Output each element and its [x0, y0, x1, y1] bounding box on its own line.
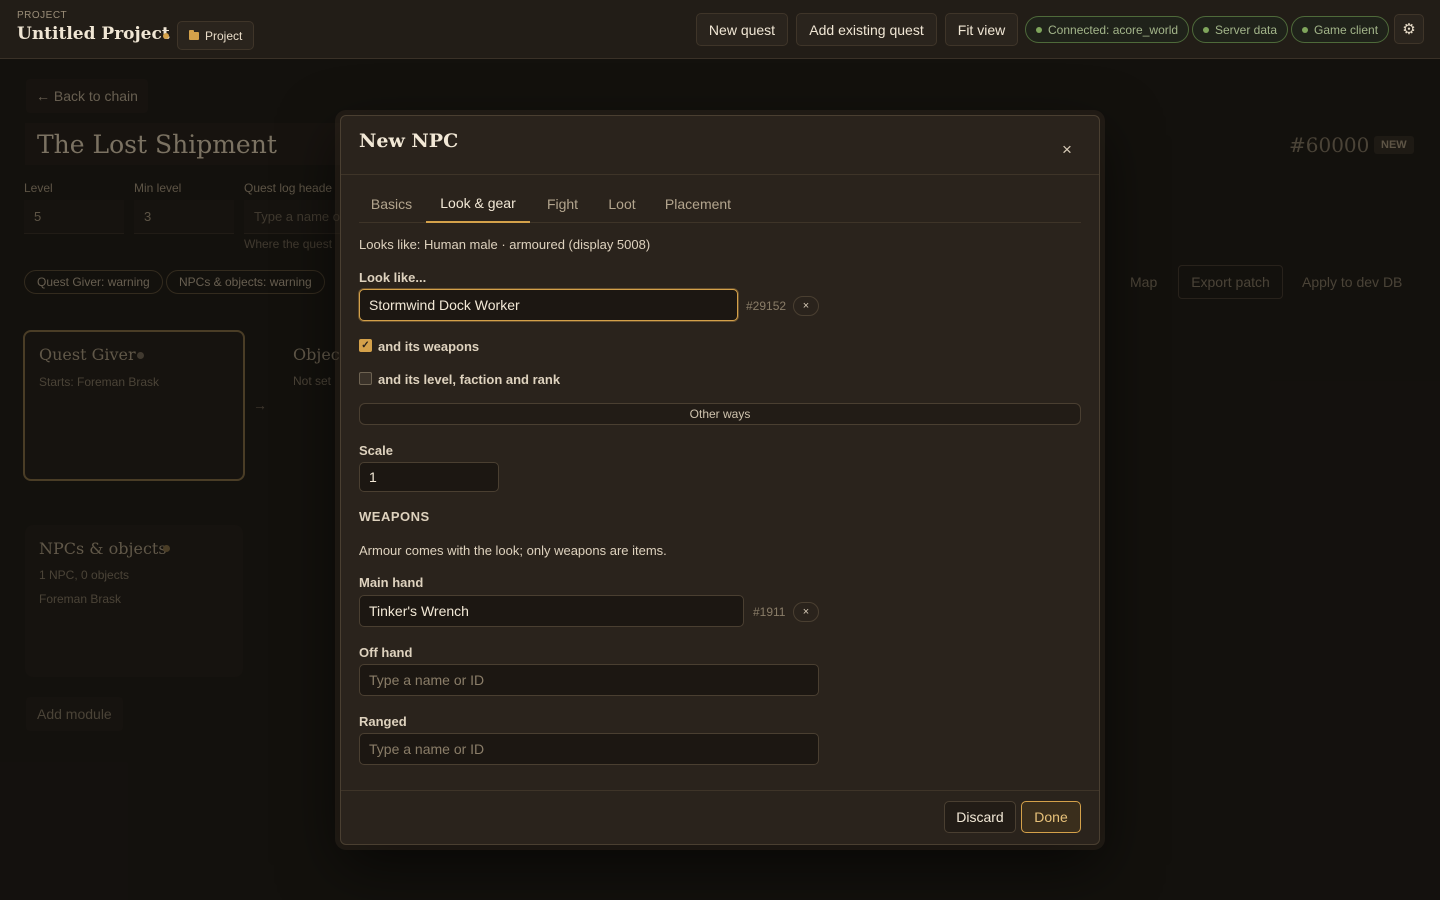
- game-client-label: Game client: [1314, 22, 1379, 37]
- tab-loot[interactable]: Loot: [594, 185, 650, 223]
- dialog-tabs: Basics Look & gear Fight Loot Placement: [359, 185, 1081, 223]
- close-button[interactable]: ×: [1055, 138, 1079, 162]
- level-faction-rank-checkbox[interactable]: [359, 372, 372, 385]
- status-dot-icon: [1302, 26, 1308, 33]
- scale-label: Scale: [359, 443, 393, 458]
- new-npc-dialog: New NPC × Basics Look & gear Fight Loot …: [340, 115, 1100, 845]
- main-hand-id: #1911: [753, 605, 786, 619]
- discard-button[interactable]: Discard: [944, 801, 1016, 833]
- tab-look-gear[interactable]: Look & gear: [426, 185, 530, 223]
- weapons-note: Armour comes with the look; only weapons…: [359, 543, 667, 558]
- off-hand-label: Off hand: [359, 645, 413, 660]
- top-bar: PROJECT Untitled Project Project New que…: [0, 0, 1440, 59]
- off-hand-input[interactable]: Type a name or ID: [359, 664, 819, 696]
- server-data-status-pill[interactable]: Server data: [1192, 16, 1289, 43]
- close-icon: ×: [802, 300, 810, 312]
- settings-button[interactable]: ⚙: [1394, 14, 1424, 44]
- divider: [341, 174, 1099, 175]
- server-data-label: Server data: [1215, 22, 1278, 37]
- other-ways-button[interactable]: Other ways: [359, 403, 1081, 425]
- look-like-input[interactable]: Stormwind Dock Worker: [359, 289, 738, 321]
- weapons-checkbox-label[interactable]: and its weapons: [378, 339, 479, 354]
- clear-main-hand-button[interactable]: ×: [793, 602, 819, 622]
- unsaved-dot-icon: [163, 33, 169, 39]
- tab-basics[interactable]: Basics: [359, 185, 424, 223]
- main-hand-label: Main hand: [359, 575, 424, 590]
- folder-icon: [189, 29, 199, 40]
- tab-fight[interactable]: Fight: [534, 185, 591, 223]
- project-menu-button[interactable]: Project: [177, 21, 255, 50]
- ranged-label: Ranged: [359, 714, 407, 729]
- weapons-heading: WEAPONS: [359, 509, 430, 524]
- look-like-label: Look like...: [359, 270, 427, 285]
- dialog-title: New NPC: [359, 130, 459, 152]
- status-dot-icon: [1203, 26, 1209, 33]
- ranged-input[interactable]: Type a name or ID: [359, 733, 819, 765]
- new-quest-button[interactable]: New quest: [696, 13, 788, 46]
- fit-view-button[interactable]: Fit view: [945, 13, 1018, 46]
- close-icon: ×: [1062, 140, 1072, 159]
- checkmark-icon: ✓: [361, 340, 370, 351]
- status-dot-icon: [1036, 26, 1042, 33]
- done-button[interactable]: Done: [1021, 801, 1081, 833]
- weapons-checkbox[interactable]: ✓: [359, 339, 372, 352]
- main-hand-input[interactable]: Tinker's Wrench: [359, 595, 744, 627]
- level-faction-rank-label[interactable]: and its level, faction and rank: [378, 372, 560, 387]
- clear-look-button[interactable]: ×: [793, 296, 819, 316]
- scale-input[interactable]: 1: [359, 462, 499, 492]
- gear-icon: ⚙: [1402, 21, 1416, 38]
- look-summary: Looks like: Human male · armoured (displ…: [359, 237, 651, 252]
- connection-status-label: Connected: acore_world: [1048, 22, 1179, 37]
- divider: [341, 790, 1099, 791]
- project-title[interactable]: Untitled Project: [17, 24, 170, 44]
- game-client-status-pill[interactable]: Game client: [1291, 16, 1390, 43]
- project-label: PROJECT: [17, 10, 68, 21]
- project-menu-label: Project: [205, 28, 243, 43]
- look-like-id: #29152: [746, 299, 787, 313]
- connection-status-pill[interactable]: Connected: acore_world: [1025, 16, 1190, 43]
- close-icon: ×: [802, 606, 810, 618]
- add-existing-quest-button[interactable]: Add existing quest: [796, 13, 937, 46]
- tab-placement[interactable]: Placement: [654, 185, 742, 223]
